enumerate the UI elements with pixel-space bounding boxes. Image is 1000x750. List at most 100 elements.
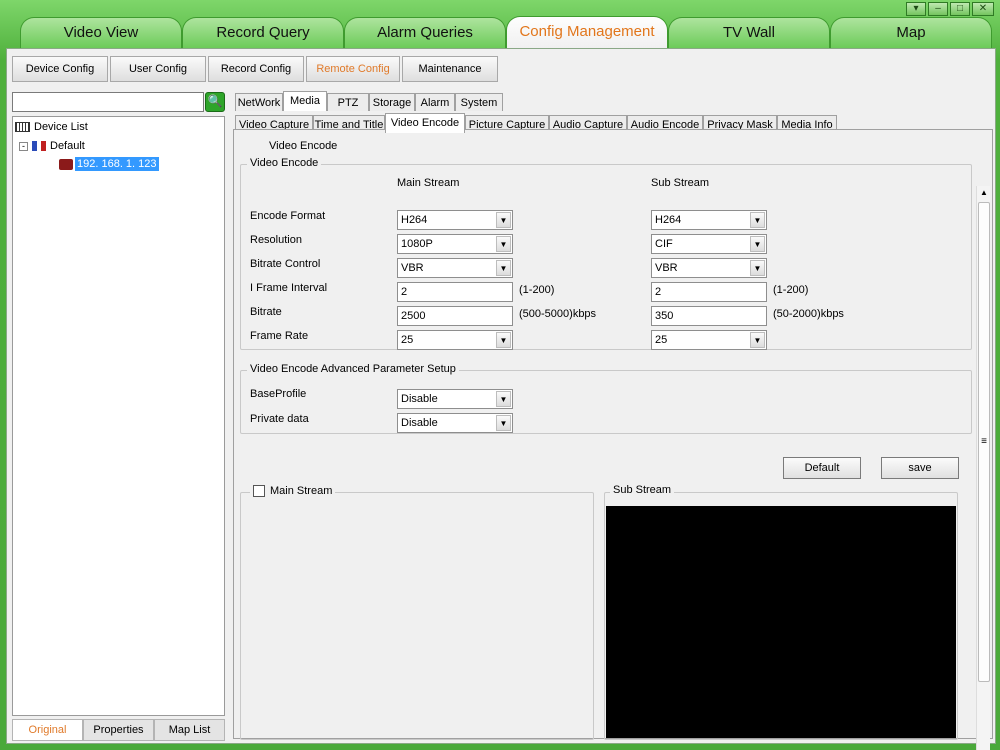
sub-stream-video <box>606 506 956 738</box>
tab-storage[interactable]: Storage <box>369 93 415 111</box>
chevron-down-icon[interactable]: ▼ <box>496 212 511 228</box>
selected-value: 25 <box>401 334 414 346</box>
close-button[interactable]: ✕ <box>972 2 994 16</box>
main-resolution-select[interactable]: 1080P ▼ <box>397 234 513 254</box>
resolution-label: Resolution <box>250 234 302 246</box>
tree-root[interactable]: Device List <box>15 119 88 135</box>
main-bitrate-range-hint: (500-5000)kbps <box>519 308 597 320</box>
tab-map[interactable]: Map <box>830 17 992 48</box>
search-icon: 🔍 <box>207 94 223 108</box>
device-list-icon <box>15 122 30 133</box>
config-button-bar: Device Config User Config Record Config … <box>12 56 498 82</box>
main-stream-checkbox[interactable] <box>253 485 265 497</box>
record-config-button[interactable]: Record Config <box>208 56 304 82</box>
tree-device-label: 192. 168. 1. 123 <box>75 157 159 171</box>
chevron-down-icon[interactable]: ▼ <box>496 332 511 348</box>
tab-video-encode[interactable]: Video Encode <box>385 113 465 133</box>
main-encode-format-select[interactable]: H264 ▼ <box>397 210 513 230</box>
device-config-button[interactable]: Device Config <box>12 56 108 82</box>
scroll-grip-icon: ≡ <box>981 436 987 447</box>
advanced-parameter-group: Video Encode Advanced Parameter Setup <box>240 363 972 434</box>
bitrate-control-label: Bitrate Control <box>250 258 321 270</box>
baseprofile-select[interactable]: Disable ▼ <box>397 389 513 409</box>
selected-value: H264 <box>401 214 428 226</box>
chevron-down-icon[interactable]: ▼ <box>496 236 511 252</box>
tree-group-label: Default <box>50 140 85 152</box>
selected-value: VBR <box>655 262 678 274</box>
selected-value: Disable <box>401 417 438 429</box>
remote-config-button[interactable]: Remote Config <box>306 56 400 82</box>
collapse-icon[interactable]: - <box>19 141 28 151</box>
chevron-down-icon[interactable]: ▼ <box>750 212 765 228</box>
camera-icon <box>59 158 73 170</box>
group-legend: Video Encode <box>247 157 322 169</box>
selected-value: VBR <box>401 262 424 274</box>
bitrate-label: Bitrate <box>250 306 282 318</box>
selected-value: CIF <box>655 238 673 250</box>
chevron-down-icon[interactable]: ▼ <box>496 415 511 431</box>
config-panel: Device Config User Config Record Config … <box>6 48 996 750</box>
sub-stream-header: Sub Stream <box>651 177 710 189</box>
minimize-button[interactable]: – <box>928 2 948 16</box>
main-stream-header: Main Stream <box>397 177 460 189</box>
tree-device-item[interactable]: 192. 168. 1. 123 <box>59 156 159 172</box>
chevron-down-icon[interactable]: ▼ <box>750 260 765 276</box>
scroll-up-icon[interactable]: ▲ <box>977 186 991 200</box>
tab-record-query[interactable]: Record Query <box>182 17 344 48</box>
tab-original[interactable]: Original <box>12 719 83 741</box>
sub-iframe-interval-input[interactable]: 2 <box>651 282 767 302</box>
tab-config-management[interactable]: Config Management <box>506 16 668 48</box>
main-stream-checkbox-row[interactable]: Main Stream <box>250 485 336 497</box>
encode-format-label: Encode Format <box>250 210 326 222</box>
selected-value: 1080P <box>401 238 433 250</box>
sub-iframe-range-hint: (1-200) <box>773 284 809 296</box>
left-tab-bar: Original Properties Map List <box>12 719 225 741</box>
sub-frame-rate-select[interactable]: 25 ▼ <box>651 330 767 350</box>
maintenance-button[interactable]: Maintenance <box>402 56 498 82</box>
main-iframe-interval-input[interactable]: 2 <box>397 282 513 302</box>
selected-value: Disable <box>401 393 438 405</box>
tab-alarm-queries[interactable]: Alarm Queries <box>344 17 506 48</box>
main-stream-preview-box <box>240 492 594 740</box>
maximize-button[interactable]: □ <box>950 2 970 16</box>
selected-value: 25 <box>655 334 668 346</box>
tree-root-label: Device List <box>34 121 88 133</box>
save-button[interactable]: save <box>881 457 959 479</box>
main-tab-bar: Video View Record Query Alarm Queries Co… <box>6 16 1000 48</box>
chevron-down-icon[interactable]: ▼ <box>496 260 511 276</box>
private-data-select[interactable]: Disable ▼ <box>397 413 513 433</box>
tab-tv-wall[interactable]: TV Wall <box>668 17 830 48</box>
default-button[interactable]: Default <box>783 457 861 479</box>
chevron-down-icon[interactable]: ▼ <box>750 236 765 252</box>
tab-map-list[interactable]: Map List <box>154 719 225 741</box>
chevron-down-icon[interactable]: ▼ <box>750 332 765 348</box>
tab-video-view[interactable]: Video View <box>20 17 182 48</box>
sub-stream-label: Sub Stream <box>610 484 675 496</box>
video-encode-group: Video Encode Main Stream Sub Stream <box>240 157 972 350</box>
sub-encode-format-select[interactable]: H264 ▼ <box>651 210 767 230</box>
tab-network[interactable]: NetWork <box>235 93 283 111</box>
user-config-button[interactable]: User Config <box>110 56 206 82</box>
sub-bitrate-input[interactable]: 350 <box>651 306 767 326</box>
main-bitrate-control-select[interactable]: VBR ▼ <box>397 258 513 278</box>
main-stream-label: Main Stream <box>270 485 333 497</box>
tree-group-default[interactable]: - Default <box>19 138 85 154</box>
vertical-scrollbar[interactable]: ▲ ≡ ▼ <box>976 186 990 750</box>
menu-button[interactable]: ▾ <box>906 2 926 16</box>
tab-alarm[interactable]: Alarm <box>415 93 455 111</box>
selected-value: H264 <box>655 214 682 226</box>
tab-system[interactable]: System <box>455 93 503 111</box>
frame-rate-label: Frame Rate <box>250 330 309 342</box>
tab-properties[interactable]: Properties <box>83 719 154 741</box>
main-bitrate-input[interactable]: 2500 <box>397 306 513 326</box>
tab-media[interactable]: Media <box>283 91 327 111</box>
chevron-down-icon[interactable]: ▼ <box>496 391 511 407</box>
main-frame-rate-select[interactable]: 25 ▼ <box>397 330 513 350</box>
device-tree: Device List - Default 192. 168. 1. 123 <box>12 116 225 716</box>
search-button[interactable]: 🔍 <box>205 92 225 112</box>
tab-ptz[interactable]: PTZ <box>327 93 369 111</box>
window-controls: ▾ – □ ✕ <box>906 2 994 16</box>
sub-resolution-select[interactable]: CIF ▼ <box>651 234 767 254</box>
sub-bitrate-control-select[interactable]: VBR ▼ <box>651 258 767 278</box>
device-search-input[interactable] <box>12 92 204 112</box>
